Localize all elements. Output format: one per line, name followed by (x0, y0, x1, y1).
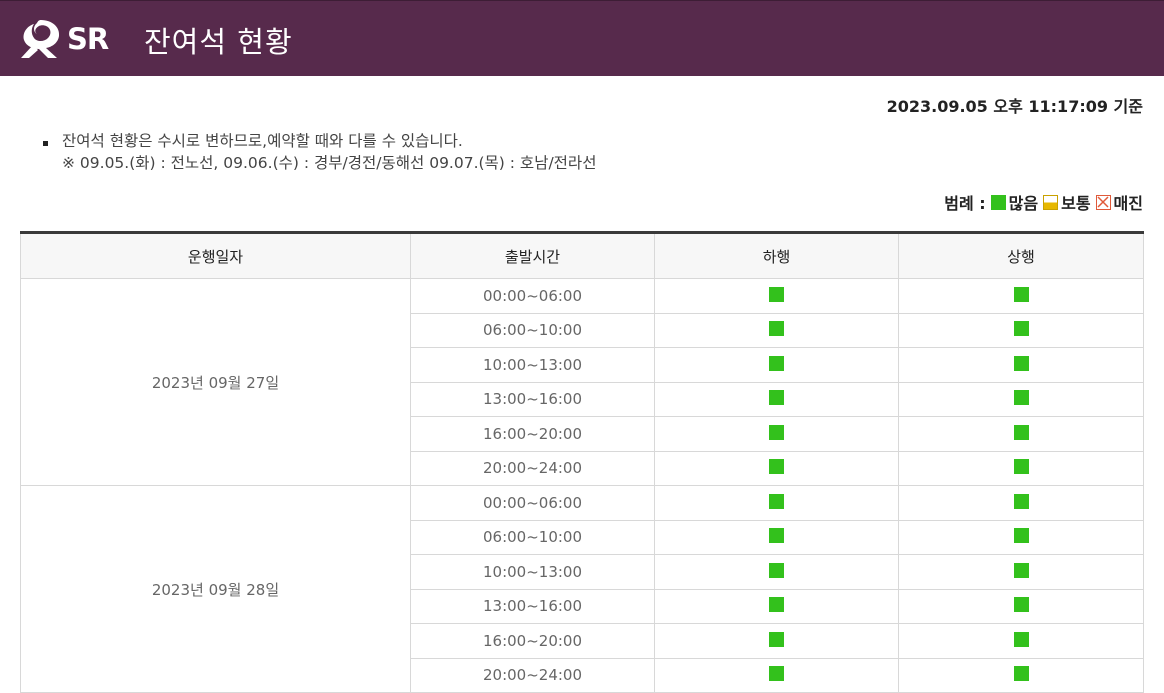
down-status-cell (654, 381, 899, 417)
status-many-icon (1013, 321, 1029, 337)
status-many-icon (1013, 528, 1029, 544)
status-many-icon (769, 321, 784, 337)
up-status-cell (898, 450, 1144, 486)
down-status-cell (654, 416, 899, 452)
legend: 범례 : 많음 보통 매진 (944, 190, 1143, 214)
status-many-icon (1013, 666, 1029, 682)
up-status-cell (898, 416, 1144, 452)
down-status-cell (654, 278, 899, 314)
seat-status-table: 운행일자 출발시간 하행 상행 2023년 09월 27일 00:00~06:00… (20, 231, 1144, 693)
status-many-icon (769, 390, 784, 406)
notice: 잔여석 현황은 수시로 변하므로,예약할 때와 다를 수 있습니다. ※ 09.… (43, 130, 596, 174)
table-row: 2023년 09월 28일 00:00~06:00 (20, 485, 1144, 693)
status-many-icon (1013, 631, 1029, 647)
notice-line-2: ※ 09.05.(화) : 전노선, 09.06.(수) : 경부/경전/동해선… (62, 154, 597, 172)
bullet-icon (43, 141, 48, 146)
legend-label: 범례 : (944, 194, 986, 213)
legend-normal-label: 보통 (1061, 194, 1091, 213)
time-cell: 16:00~20:00 (410, 416, 655, 452)
status-many-icon (1013, 286, 1029, 302)
down-status-cell (654, 450, 899, 486)
time-cell: 10:00~13:00 (410, 347, 655, 383)
table-row: 2023년 09월 27일 00:00~06:00 (20, 278, 1144, 486)
notice-line-1: 잔여석 현황은 수시로 변하므로,예약할 때와 다를 수 있습니다. (62, 132, 463, 150)
date-cell: 2023년 09월 27일 (20, 278, 411, 486)
status-normal-icon (1043, 194, 1059, 210)
up-status-cell (898, 623, 1144, 659)
logo-text: SR (67, 22, 109, 56)
status-many-icon (769, 355, 784, 371)
page-title: 잔여석 현황 (144, 25, 293, 59)
up-status-cell (898, 657, 1144, 693)
status-full-icon (1095, 194, 1111, 210)
status-many-icon (1013, 597, 1029, 613)
table-body: 2023년 09월 27일 00:00~06:00 06:00~10:00 10:00… (20, 278, 1144, 693)
column-header-down: 하행 (654, 232, 899, 279)
time-cell: 20:00~24:00 (410, 657, 655, 693)
status-many-icon (769, 493, 784, 509)
status-many-icon (1013, 493, 1029, 509)
up-status-cell (898, 312, 1144, 348)
down-status-cell (654, 588, 899, 624)
time-cell: 10:00~13:00 (410, 554, 655, 590)
status-many-icon (769, 459, 784, 475)
time-cell: 06:00~10:00 (410, 519, 655, 555)
status-many-icon (769, 666, 784, 682)
time-cell: 00:00~06:00 (410, 278, 655, 314)
legend-full-label: 매진 (1113, 194, 1143, 213)
time-cell: 00:00~06:00 (410, 485, 655, 521)
time-cell: 20:00~24:00 (410, 450, 655, 486)
time-cell: 06:00~10:00 (410, 312, 655, 348)
table-header-row: 운행일자 출발시간 하행 상행 (20, 232, 1144, 279)
status-many-icon (769, 631, 784, 647)
down-status-cell (654, 347, 899, 383)
up-status-cell (898, 347, 1144, 383)
timestamp: 2023.09.05 오후 11:17:09 기준 (886, 97, 1143, 116)
time-cell: 16:00~20:00 (410, 623, 655, 659)
up-status-cell (898, 485, 1144, 521)
up-status-cell (898, 588, 1144, 624)
status-many-icon (769, 424, 784, 440)
status-many-icon (1013, 424, 1029, 440)
down-status-cell (654, 554, 899, 590)
status-many-icon (1013, 459, 1029, 475)
up-status-cell (898, 381, 1144, 417)
sr-logo[interactable]: SR (19, 18, 109, 60)
status-many-icon (769, 597, 784, 613)
up-status-cell (898, 554, 1144, 590)
down-status-cell (654, 312, 899, 348)
up-status-cell (898, 519, 1144, 555)
down-status-cell (654, 623, 899, 659)
legend-many-label: 많음 (1008, 194, 1039, 213)
down-status-cell (654, 519, 899, 555)
status-many-icon (1013, 390, 1029, 406)
status-many-icon (1013, 355, 1029, 371)
status-many-icon (1013, 562, 1029, 578)
sr-logo-icon (21, 20, 60, 58)
down-status-cell (654, 485, 899, 521)
up-status-cell (898, 278, 1144, 314)
column-header-up: 상행 (898, 232, 1144, 279)
time-cell: 13:00~16:00 (410, 588, 655, 624)
status-many-icon (769, 286, 784, 302)
status-many-icon (769, 562, 784, 578)
time-cell: 13:00~16:00 (410, 381, 655, 417)
top-header: SR 잔여석 현황 (0, 0, 1164, 76)
status-many-icon (990, 194, 1006, 210)
column-header-time: 출발시간 (410, 232, 655, 279)
status-many-icon (769, 528, 784, 544)
column-header-date: 운행일자 (20, 232, 411, 279)
date-cell: 2023년 09월 28일 (20, 485, 411, 693)
down-status-cell (654, 657, 899, 693)
